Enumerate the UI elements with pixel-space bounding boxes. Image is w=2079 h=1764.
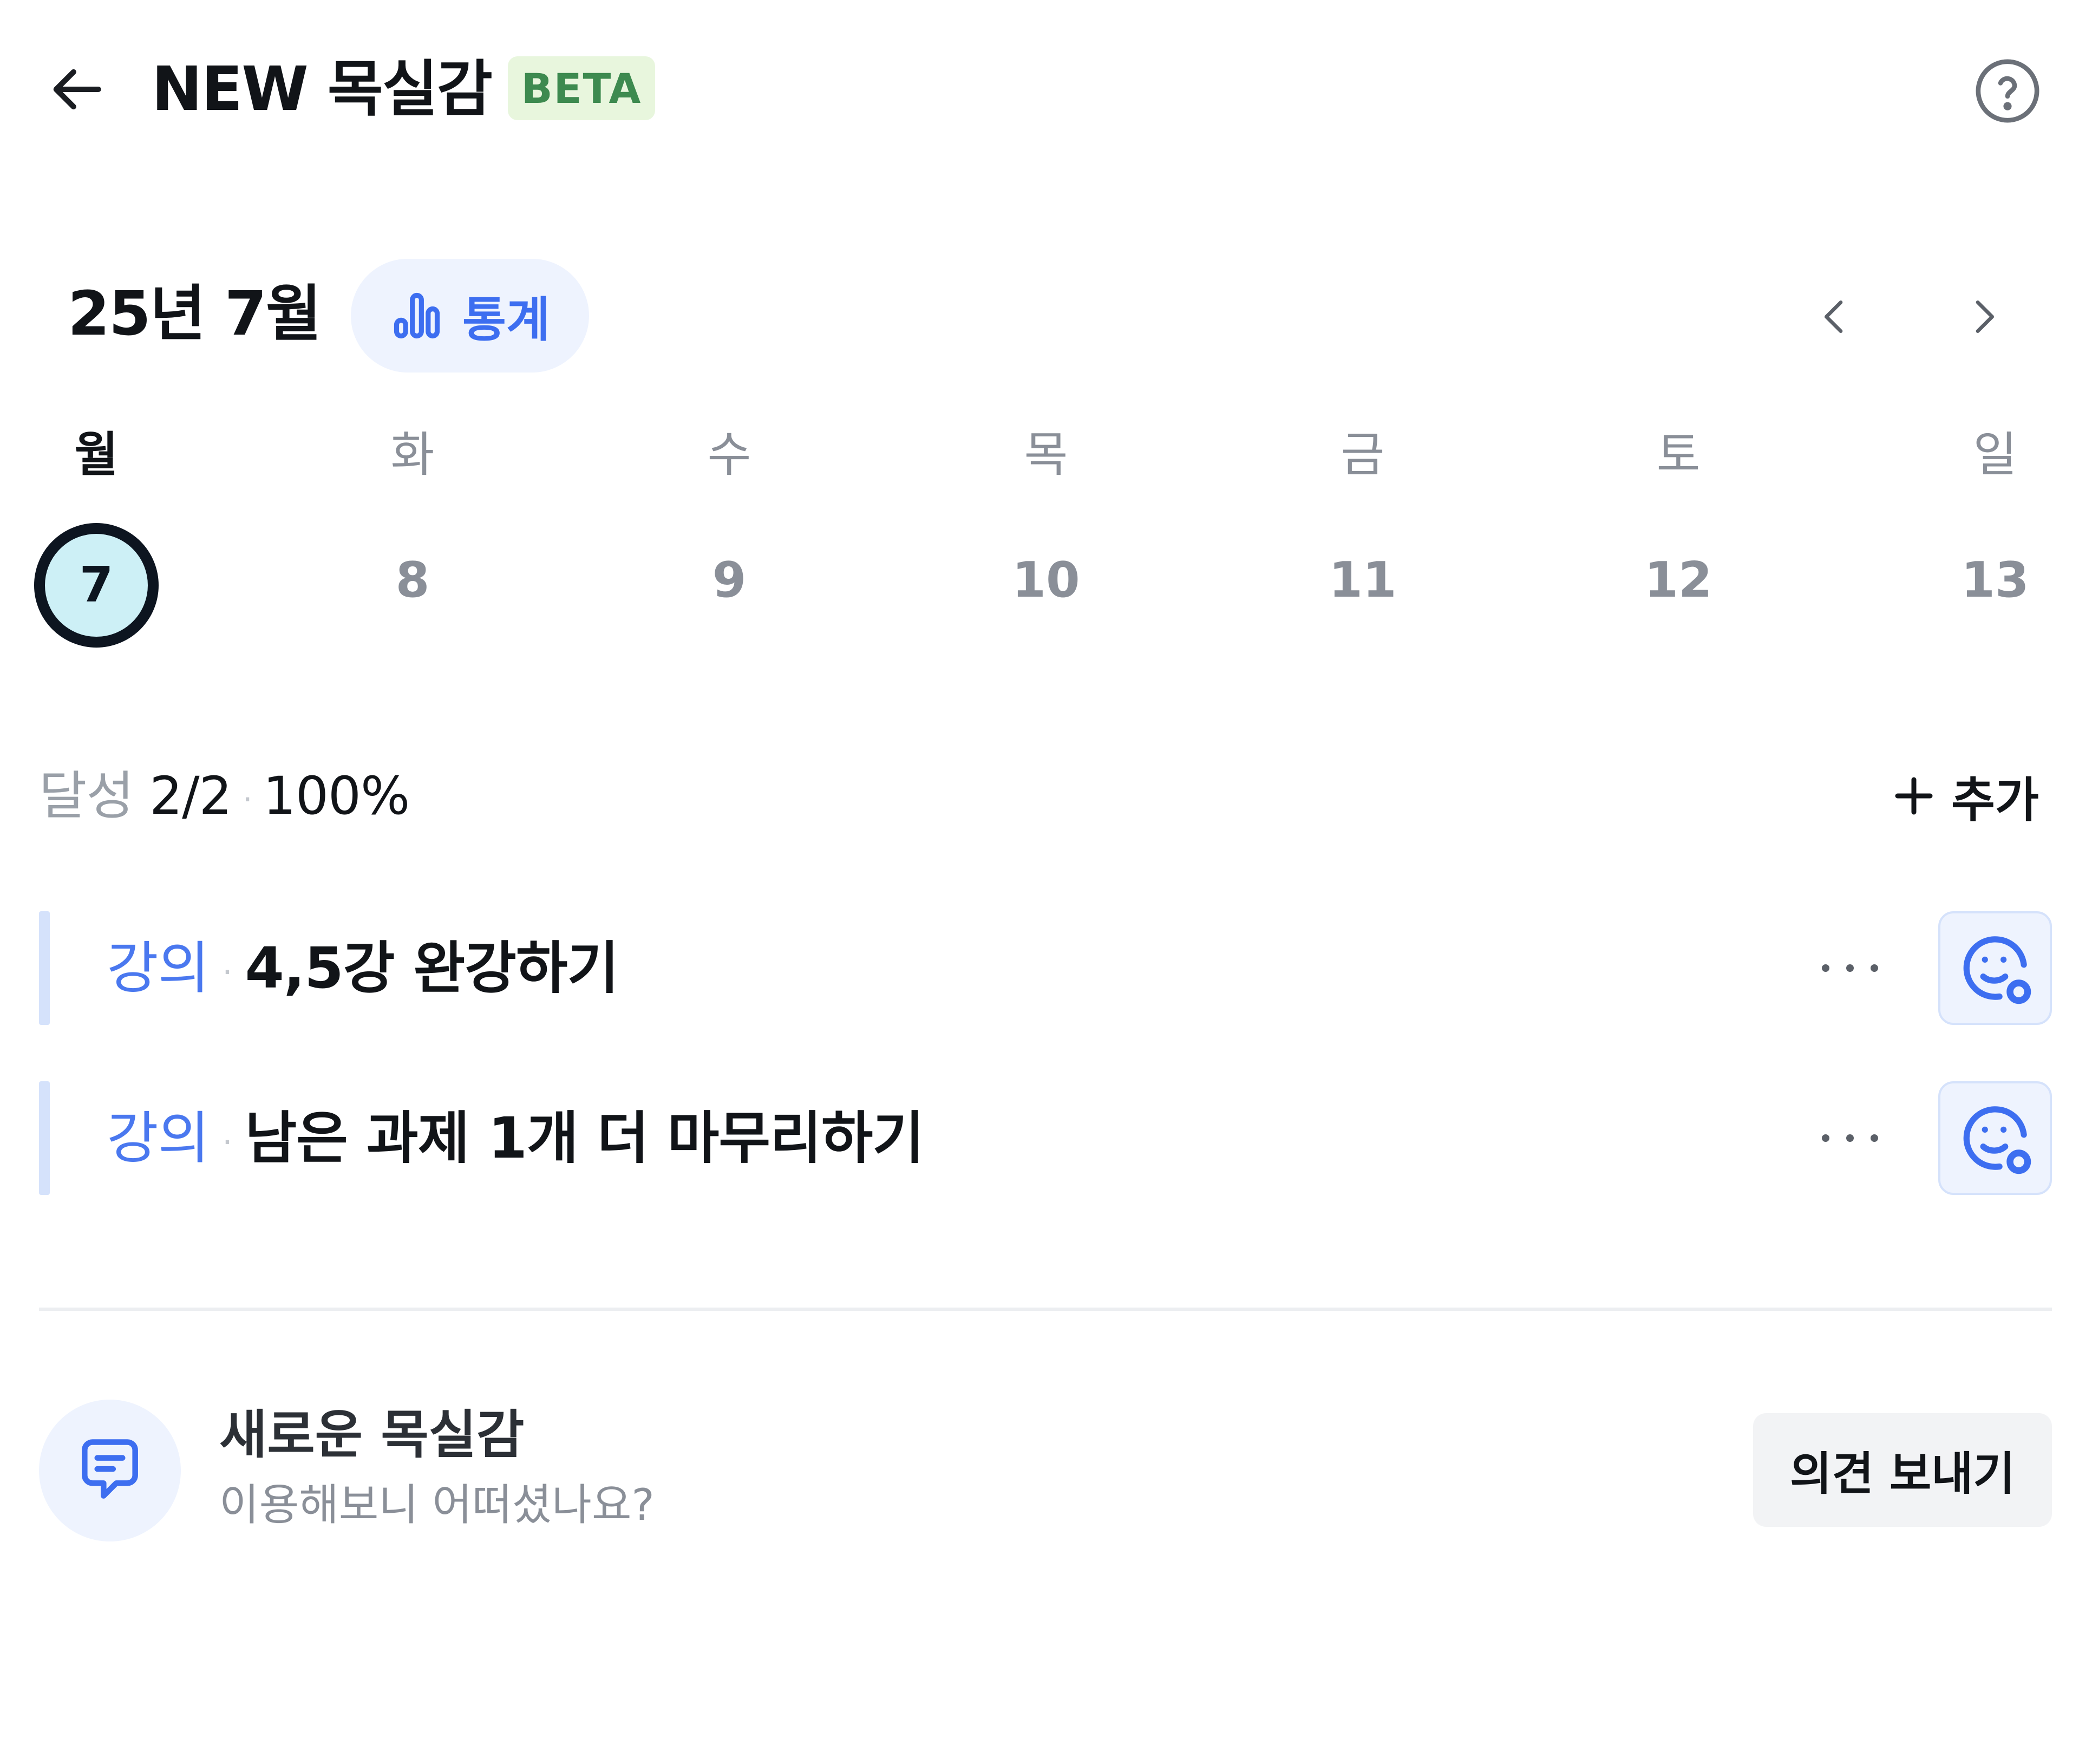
task-separator: · xyxy=(222,953,232,991)
chevron-left-icon xyxy=(1825,300,1843,333)
help-button[interactable] xyxy=(1971,54,2044,128)
task-item[interactable]: 강의 · 남은 과제 1개 더 마무리하기 xyxy=(39,1081,2052,1195)
day-cell[interactable]: 9 xyxy=(664,551,794,610)
task-more-button[interactable] xyxy=(1799,1108,1901,1168)
task-emoji-button[interactable] xyxy=(1938,1081,2052,1195)
progress-count: 2/2 xyxy=(149,766,232,826)
section-divider xyxy=(39,1308,2052,1311)
send-feedback-button[interactable]: 의견 보내기 xyxy=(1753,1413,2052,1527)
weekday-sat: 토 xyxy=(1656,427,1701,482)
day-cell[interactable]: 12 xyxy=(1613,551,1743,610)
stats-label: 통계 xyxy=(462,291,550,348)
progress-label: 달성 xyxy=(39,766,134,826)
month-label: 25년 7월 xyxy=(68,279,322,349)
plus-icon xyxy=(1895,777,1933,815)
day-selected[interactable]: 7 xyxy=(34,523,159,648)
chat-bubble-icon xyxy=(82,1439,138,1499)
task-emoji-button[interactable] xyxy=(1938,911,2052,1025)
add-label: 추가 xyxy=(1951,772,2039,828)
feedback-title: 새로운 목실감 xyxy=(219,1404,525,1465)
weekday-sun: 일 xyxy=(1973,427,2017,482)
task-title: 남은 과제 1개 더 마무리하기 xyxy=(245,1105,924,1171)
day-cell[interactable]: 8 xyxy=(348,551,478,610)
day-cell[interactable]: 10 xyxy=(981,551,1111,610)
task-title: 4,5강 완강하기 xyxy=(245,935,619,1001)
task-more-button[interactable] xyxy=(1799,938,1901,998)
question-circle-icon xyxy=(1976,59,2039,123)
arrow-left-icon xyxy=(53,69,101,110)
weekday-tue: 화 xyxy=(390,427,435,482)
progress-separator: · xyxy=(242,780,253,819)
day-cell[interactable]: 13 xyxy=(1930,551,2060,610)
prev-week-button[interactable] xyxy=(1800,282,1871,352)
smiley-add-icon xyxy=(1963,936,2031,1004)
day-cell[interactable]: 11 xyxy=(1298,551,1428,610)
task-text: 강의 · 남은 과제 1개 더 마무리하기 xyxy=(107,1100,924,1180)
task-accent-bar xyxy=(39,1081,50,1195)
task-item[interactable]: 강의 · 4,5강 완강하기 xyxy=(39,911,2052,1025)
feedback-subtitle: 이용해보니 어떠셨나요? xyxy=(219,1480,655,1530)
chevron-right-icon xyxy=(1976,300,1994,333)
weekday-fri: 금 xyxy=(1341,427,1385,482)
add-button[interactable]: 추가 xyxy=(1890,755,2039,837)
task-category: 강의 xyxy=(107,935,210,1001)
task-text: 강의 · 4,5강 완강하기 xyxy=(107,930,619,1010)
task-accent-bar xyxy=(39,911,50,1025)
bar-chart-icon xyxy=(394,292,440,339)
progress-percent: 100% xyxy=(263,766,410,826)
header: NEW 목실감 BETA xyxy=(0,0,2079,179)
beta-badge: BETA xyxy=(508,56,655,120)
progress-summary: 달성 2/2 · 100% xyxy=(39,758,410,838)
back-button[interactable] xyxy=(43,54,114,125)
stats-button[interactable]: 통계 xyxy=(351,259,589,373)
smiley-add-icon xyxy=(1963,1106,2031,1174)
weekday-thu: 목 xyxy=(1024,427,1068,482)
weekday-mon: 월 xyxy=(74,427,119,482)
page-title: NEW 목실감 xyxy=(152,54,493,125)
task-separator: · xyxy=(222,1123,232,1161)
feedback-icon-circle xyxy=(39,1400,181,1541)
next-week-button[interactable] xyxy=(1948,282,2018,352)
more-dots-icon xyxy=(1822,964,1878,972)
more-dots-icon xyxy=(1822,1134,1878,1142)
task-category: 강의 xyxy=(107,1105,210,1171)
weekday-wed: 수 xyxy=(707,427,751,482)
